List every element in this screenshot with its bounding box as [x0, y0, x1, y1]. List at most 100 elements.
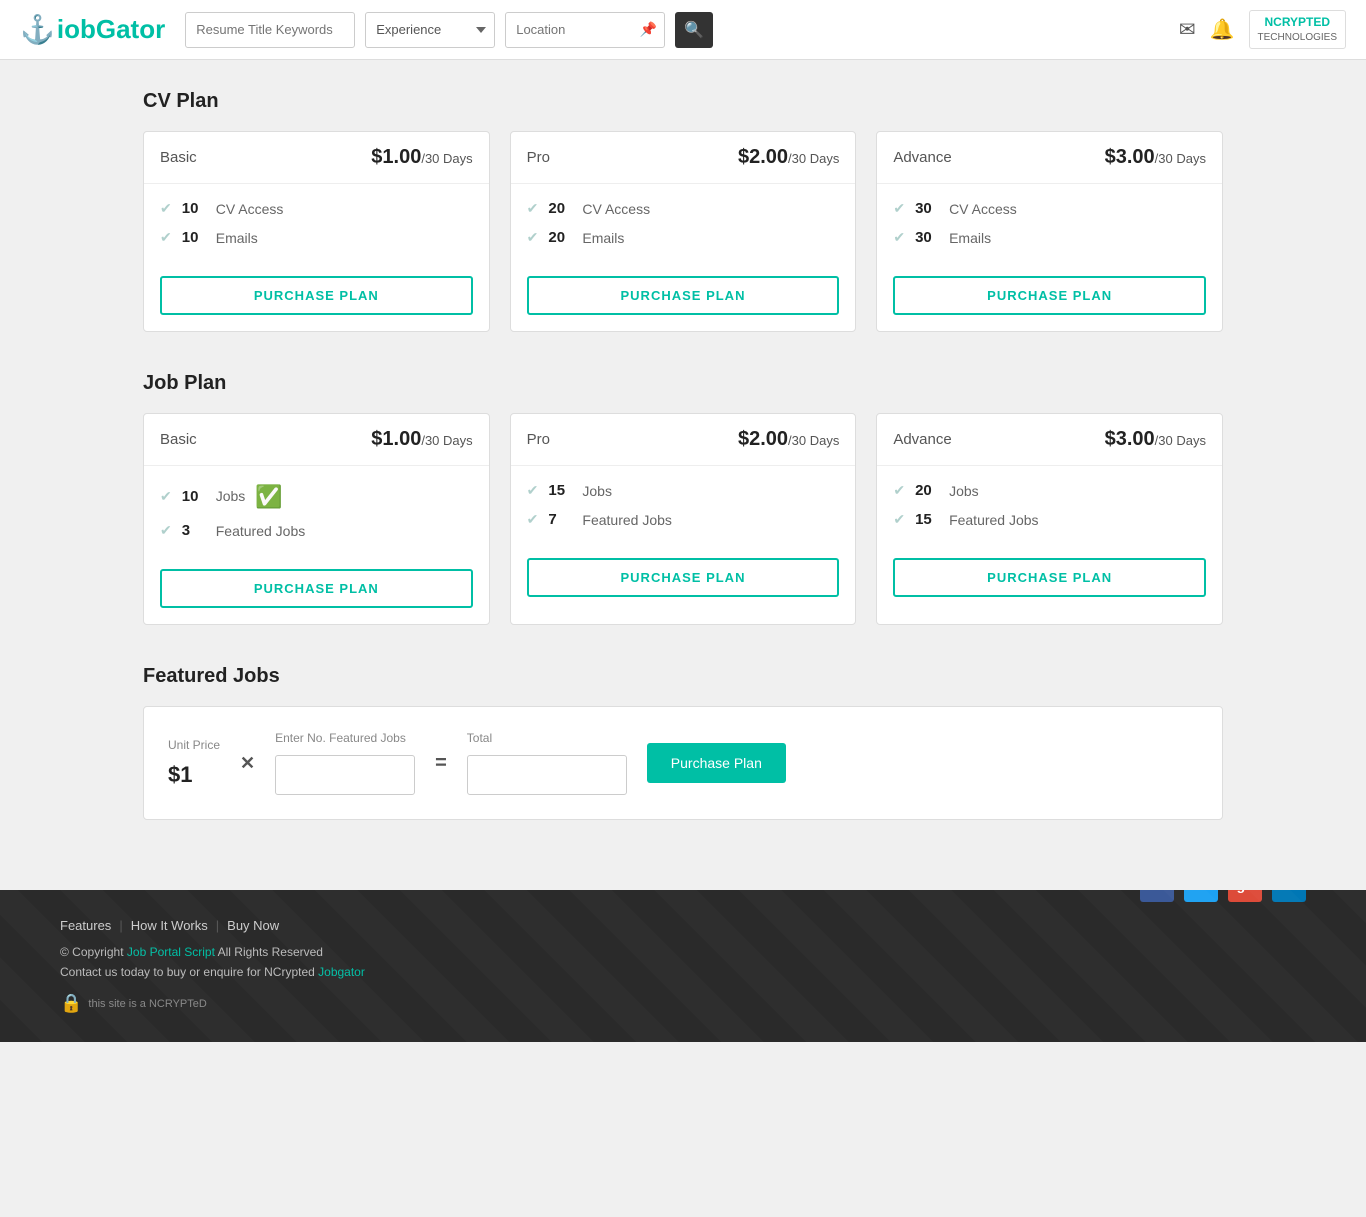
- purchase-plan-button[interactable]: PURCHASE PLAN: [893, 276, 1206, 315]
- social-twitter-button[interactable]: t: [1184, 890, 1218, 902]
- cv-plan-section: CV Plan Basic $1.00/30 Days ✔ 10 CV Acce…: [143, 90, 1223, 332]
- purchase-plan-button[interactable]: PURCHASE PLAN: [527, 276, 840, 315]
- purchase-plan-button[interactable]: PURCHASE PLAN: [160, 276, 473, 315]
- purchase-plan-button[interactable]: PURCHASE PLAN: [893, 558, 1206, 597]
- featured-row: Unit Price $1 ✕ Enter No. Featured Jobs …: [168, 731, 1198, 795]
- job-plan-grid: Basic $1.00/30 Days ✔ 10 Jobs ✅ ✔ 3 Feat…: [143, 413, 1223, 625]
- plan-btn-wrapper: PURCHASE PLAN: [511, 268, 856, 331]
- plan-features: ✔ 15 Jobs ✔ 7 Featured Jobs: [511, 466, 856, 550]
- featured-jobs-title: Featured Jobs: [143, 665, 1223, 688]
- feature-label: Featured Jobs: [216, 523, 306, 539]
- check-icon: ✔: [160, 229, 172, 246]
- plan-card: Basic $1.00/30 Days ✔ 10 CV Access ✔ 10 …: [143, 131, 490, 332]
- mail-icon[interactable]: ✉: [1179, 17, 1196, 42]
- plan-name: Advance: [893, 149, 951, 166]
- footer-divider-2: |: [216, 918, 219, 933]
- ncrypted-top: NCRYPTED: [1258, 15, 1337, 31]
- footer-copyright: © Copyright Job Portal Script All Rights…: [60, 945, 365, 959]
- plan-btn-wrapper: PURCHASE PLAN: [144, 561, 489, 624]
- search-button[interactable]: 🔍: [675, 12, 713, 48]
- footer-link-buy-now[interactable]: Buy Now: [227, 918, 279, 933]
- featured-purchase-btn[interactable]: Purchase Plan: [647, 743, 786, 783]
- main-content: CV Plan Basic $1.00/30 Days ✔ 10 CV Acce…: [83, 60, 1283, 890]
- equals-sign: =: [435, 752, 447, 775]
- enter-jobs-col: Enter No. Featured Jobs: [275, 731, 415, 795]
- plan-card: Pro $2.00/30 Days ✔ 20 CV Access ✔ 20 Em…: [510, 131, 857, 332]
- feature-count: 7: [548, 511, 572, 528]
- search-icon: 🔍: [684, 20, 704, 40]
- plan-name: Pro: [527, 431, 550, 448]
- selected-check: ✅: [255, 484, 282, 510]
- plan-price: $1.00/30 Days: [371, 428, 472, 451]
- feature-count: 10: [182, 488, 206, 505]
- social-google-button[interactable]: g+: [1228, 890, 1262, 902]
- bell-icon[interactable]: 🔔: [1210, 17, 1235, 42]
- plan-header: Advance $3.00/30 Days: [877, 414, 1222, 466]
- social-facebook-button[interactable]: f: [1140, 890, 1174, 902]
- plan-feature: ✔ 15 Jobs: [527, 482, 840, 499]
- location-input[interactable]: [505, 12, 665, 48]
- footer-divider-1: |: [119, 918, 122, 933]
- header: ⚓ iobGator Experience 0-1 Years 1-2 Year…: [0, 0, 1366, 60]
- footer-jobgator-link[interactable]: Jobgator: [318, 965, 365, 979]
- plan-features: ✔ 20 CV Access ✔ 20 Emails: [511, 184, 856, 268]
- footer-bottom: Features | How It Works | Buy Now © Copy…: [60, 918, 1306, 1014]
- social-linkedin-button[interactable]: in: [1272, 890, 1306, 902]
- cv-plan-grid: Basic $1.00/30 Days ✔ 10 CV Access ✔ 10 …: [143, 131, 1223, 332]
- plan-feature: ✔ 20 CV Access: [527, 200, 840, 217]
- plan-header: Basic $1.00/30 Days: [144, 414, 489, 466]
- check-icon: ✔: [893, 482, 905, 499]
- keywords-input[interactable]: [185, 12, 355, 48]
- feature-label: Jobs: [949, 483, 979, 499]
- experience-select[interactable]: Experience 0-1 Years 1-2 Years 2-5 Years…: [365, 12, 495, 48]
- feature-count: 30: [915, 200, 939, 217]
- footer-left: Features | How It Works | Buy Now © Copy…: [60, 918, 365, 1014]
- purchase-plan-button[interactable]: PURCHASE PLAN: [160, 569, 473, 608]
- footer-link-features[interactable]: Features: [60, 918, 111, 933]
- ncrypted-badge: NCRYPTED TECHNOLOGIES: [1249, 10, 1346, 49]
- multiply-sign: ✕: [240, 753, 255, 774]
- total-input[interactable]: [467, 755, 627, 795]
- feature-label: Emails: [216, 230, 258, 246]
- ncrypted-bottom: TECHNOLOGIES: [1258, 31, 1337, 44]
- plan-price: $2.00/30 Days: [738, 146, 839, 169]
- enter-jobs-label: Enter No. Featured Jobs: [275, 731, 415, 745]
- footer-social: ft g+ in: [1140, 890, 1306, 902]
- plan-features: ✔ 30 CV Access ✔ 30 Emails: [877, 184, 1222, 268]
- plan-feature: ✔ 7 Featured Jobs: [527, 511, 840, 528]
- feature-count: 30: [915, 229, 939, 246]
- plan-header: Pro $2.00/30 Days: [511, 414, 856, 466]
- logo-text: iobGator: [57, 14, 165, 45]
- feature-label: Emails: [949, 230, 991, 246]
- feature-label: CV Access: [216, 201, 284, 217]
- plan-feature: ✔ 30 Emails: [893, 229, 1206, 246]
- plan-feature: ✔ 30 CV Access: [893, 200, 1206, 217]
- plan-btn-wrapper: PURCHASE PLAN: [511, 550, 856, 613]
- plan-price: $1.00/30 Days: [371, 146, 472, 169]
- location-wrapper: 📌: [505, 12, 665, 48]
- plan-btn-wrapper: PURCHASE PLAN: [877, 268, 1222, 331]
- feature-label: Jobs: [216, 488, 246, 504]
- footer-link-how-it-works[interactable]: How It Works: [131, 918, 208, 933]
- plan-name: Advance: [893, 431, 951, 448]
- featured-jobs-input[interactable]: [275, 755, 415, 795]
- logo[interactable]: ⚓ iobGator: [20, 13, 165, 46]
- feature-count: 15: [915, 511, 939, 528]
- header-icons: ✉ 🔔 NCRYPTED TECHNOLOGIES: [1179, 10, 1346, 49]
- plan-card: Advance $3.00/30 Days ✔ 20 Jobs ✔ 15 Fea…: [876, 413, 1223, 625]
- plan-header: Basic $1.00/30 Days: [144, 132, 489, 184]
- purchase-plan-button[interactable]: PURCHASE PLAN: [527, 558, 840, 597]
- footer-copyright-link[interactable]: Job Portal Script: [127, 945, 215, 959]
- plan-feature: ✔ 20 Jobs: [893, 482, 1206, 499]
- plan-card: Pro $2.00/30 Days ✔ 15 Jobs ✔ 7 Featured…: [510, 413, 857, 625]
- job-plan-title: Job Plan: [143, 372, 1223, 395]
- job-plan-section: Job Plan Basic $1.00/30 Days ✔ 10 Jobs ✅…: [143, 372, 1223, 625]
- feature-label: CV Access: [582, 201, 650, 217]
- feature-count: 20: [548, 229, 572, 246]
- footer: Features | How It Works | Buy Now © Copy…: [0, 890, 1366, 1042]
- plan-name: Basic: [160, 149, 197, 166]
- check-icon: ✔: [527, 511, 539, 528]
- check-icon: ✔: [160, 488, 172, 505]
- feature-count: 10: [182, 229, 206, 246]
- feature-count: 10: [182, 200, 206, 217]
